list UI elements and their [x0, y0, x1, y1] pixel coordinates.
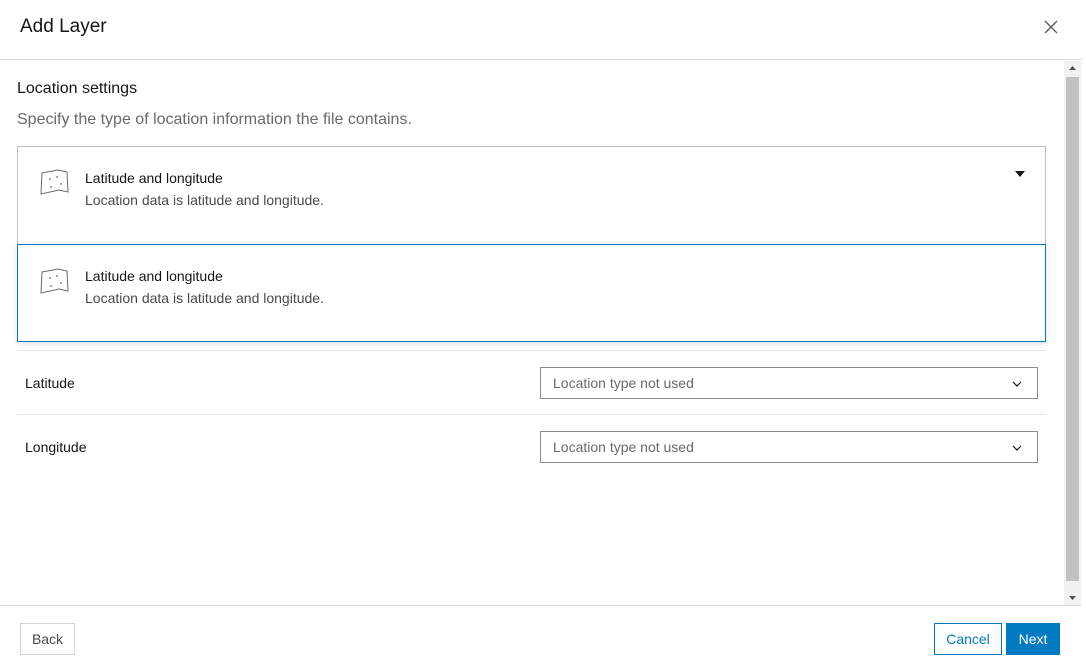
field-row-longitude: Longitude Location type not used [17, 415, 1046, 479]
map-points-icon [40, 268, 69, 294]
selected-option-description: Location data is latitude and longitude. [85, 192, 324, 208]
close-icon[interactable] [1040, 16, 1064, 40]
content-scrollbar[interactable] [1064, 61, 1081, 605]
longitude-label: Longitude [25, 439, 87, 455]
back-button[interactable]: Back [20, 623, 75, 655]
option-title: Latitude and longitude [85, 268, 223, 284]
longitude-select-value: Location type not used [553, 439, 694, 455]
latitude-select-value: Location type not used [553, 375, 694, 391]
chevron-down-icon [1012, 381, 1022, 387]
next-button[interactable]: Next [1006, 623, 1060, 655]
latitude-select[interactable]: Location type not used [540, 367, 1038, 399]
add-layer-dialog: Add Layer Location settings Specify the … [0, 0, 1086, 671]
latitude-label: Latitude [25, 375, 75, 391]
longitude-select[interactable]: Location type not used [540, 431, 1038, 463]
location-type-option[interactable]: Latitude and longitude Location data is … [17, 244, 1046, 342]
map-points-icon [40, 169, 69, 195]
caret-down-icon[interactable] [1014, 169, 1026, 179]
option-description: Location data is latitude and longitude. [85, 290, 324, 306]
scroll-thumb[interactable] [1066, 77, 1079, 581]
scroll-down-arrow-icon[interactable] [1064, 591, 1081, 605]
dialog-content: Location settings Specify the type of lo… [0, 61, 1064, 605]
chevron-down-icon [1012, 445, 1022, 451]
location-settings-description: Specify the type of location information… [17, 111, 412, 128]
dialog-title: Add Layer [20, 16, 107, 37]
cancel-button[interactable]: Cancel [934, 623, 1002, 655]
field-row-latitude: Latitude Location type not used [17, 351, 1046, 415]
dialog-footer: Back Cancel Next [0, 605, 1082, 671]
dialog-header: Add Layer [0, 0, 1082, 60]
location-settings-heading: Location settings [17, 80, 138, 97]
selected-option-title: Latitude and longitude [85, 170, 223, 186]
location-type-combobox[interactable]: Latitude and longitude Location data is … [17, 146, 1046, 244]
scroll-up-arrow-icon[interactable] [1064, 61, 1081, 75]
